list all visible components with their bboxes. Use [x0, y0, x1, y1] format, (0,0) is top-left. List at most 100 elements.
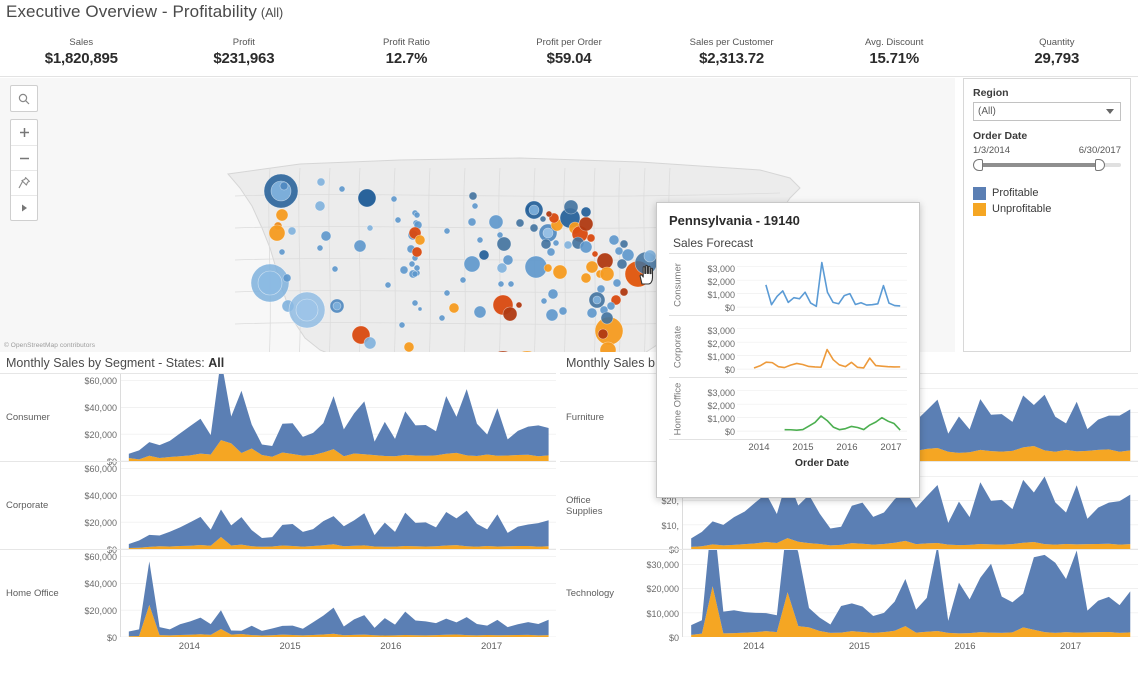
map-bubble[interactable] [580, 206, 592, 218]
map-bubble[interactable] [563, 240, 573, 250]
map-bubble[interactable] [515, 301, 523, 309]
map-bubble[interactable] [543, 263, 553, 273]
map-bubble[interactable] [619, 287, 629, 297]
map-bubble[interactable] [524, 255, 548, 279]
map-bubble[interactable] [591, 250, 599, 258]
map-bubble[interactable] [320, 230, 332, 242]
map-bubble[interactable] [282, 273, 292, 283]
legend-item-profitable[interactable]: Profitable [973, 185, 1121, 201]
map-bubble[interactable] [502, 306, 518, 322]
map-search-box[interactable] [10, 85, 38, 112]
map-bubble[interactable] [468, 191, 478, 201]
map-bubble[interactable] [596, 252, 614, 270]
map-bubble[interactable] [502, 254, 514, 266]
zoom-out-icon[interactable] [11, 145, 37, 170]
map-bubble[interactable] [398, 321, 406, 329]
search-icon[interactable] [11, 86, 37, 111]
map-bubble[interactable] [546, 247, 556, 257]
map-bubble[interactable] [545, 308, 559, 322]
pane-plot[interactable] [682, 550, 1138, 637]
map-bubble[interactable] [443, 289, 451, 297]
map-bubble[interactable] [411, 299, 419, 307]
map-bubble[interactable] [586, 307, 598, 319]
map-bubble[interactable] [507, 280, 515, 288]
map-bubble[interactable] [528, 204, 540, 216]
map-bubble[interactable] [515, 218, 525, 228]
map-bubble[interactable] [353, 239, 367, 253]
map-bubble[interactable] [597, 328, 609, 340]
map-bubble[interactable] [316, 244, 324, 252]
map-bubble[interactable] [390, 195, 398, 203]
slider-handle-left[interactable] [973, 159, 983, 171]
map-bubble[interactable] [540, 297, 548, 305]
map-bubble[interactable] [476, 236, 484, 244]
map-bubble[interactable] [332, 301, 342, 311]
map-bubble[interactable] [295, 298, 319, 322]
map-bubble[interactable] [592, 295, 602, 305]
map-bubble[interactable] [443, 227, 451, 235]
map-bubble[interactable] [467, 217, 477, 227]
map-bubble[interactable] [366, 224, 374, 232]
map-bubble[interactable] [612, 278, 622, 288]
pane-plot[interactable] [120, 462, 556, 549]
map-bubble[interactable] [547, 288, 559, 300]
map-bubble[interactable] [563, 199, 579, 215]
map-bubble[interactable] [545, 210, 553, 218]
map-bubble[interactable] [599, 266, 615, 282]
map-bubble[interactable] [552, 264, 568, 280]
map-bubble[interactable] [338, 185, 346, 193]
map-bubble[interactable] [268, 224, 286, 242]
map-bubble[interactable] [257, 270, 283, 296]
region-filter-dropdown[interactable]: (All) [973, 102, 1121, 121]
map-bubble[interactable] [413, 264, 421, 272]
map-bubble[interactable] [552, 239, 560, 247]
map-bubble[interactable] [411, 246, 423, 258]
map-bubble[interactable] [411, 270, 419, 278]
map-bubble[interactable] [579, 240, 593, 254]
map-bubble[interactable] [403, 341, 415, 352]
map-bubble[interactable] [614, 246, 624, 256]
chevron-down-icon[interactable] [1103, 103, 1117, 120]
order-date-slider[interactable] [973, 158, 1121, 172]
map-bubble[interactable] [384, 281, 392, 289]
map-bubble[interactable] [585, 260, 599, 274]
map-bubble[interactable] [539, 215, 547, 223]
legend-item-unprofitable[interactable]: Unprofitable [973, 201, 1121, 217]
map-zoom-controls[interactable] [10, 119, 38, 221]
map-bubble[interactable] [357, 188, 377, 208]
map-bubble[interactable] [616, 258, 628, 270]
map-bubble[interactable] [331, 265, 339, 273]
map-bubble[interactable] [619, 239, 629, 249]
pane-plot[interactable] [120, 550, 556, 637]
map-toolbar[interactable] [10, 85, 38, 221]
map-bubble[interactable] [287, 226, 297, 236]
pane-plot[interactable] [120, 374, 556, 461]
map-bubble[interactable] [608, 234, 620, 246]
map-bubble[interactable] [363, 336, 377, 350]
map-bubble[interactable] [399, 265, 409, 275]
map-bubble[interactable] [473, 305, 487, 319]
map-bubble[interactable] [540, 238, 552, 250]
map-bubble[interactable] [529, 223, 539, 233]
slider-handle-right[interactable] [1095, 159, 1105, 171]
map-bubble[interactable] [314, 200, 326, 212]
zoom-in-icon[interactable] [11, 120, 37, 145]
map-bubble[interactable] [459, 276, 467, 284]
map-bubble[interactable] [394, 216, 402, 224]
map-bubble[interactable] [463, 255, 481, 273]
map-bubble[interactable] [278, 248, 286, 256]
map-bubble[interactable] [643, 249, 657, 263]
map-bubble[interactable] [496, 236, 512, 252]
map-bubble[interactable] [478, 249, 490, 261]
map-bubble[interactable] [408, 260, 416, 268]
map-bubble[interactable] [586, 233, 596, 243]
map-bubble[interactable] [542, 227, 554, 239]
map-bubble[interactable] [417, 306, 423, 312]
map-bubble[interactable] [488, 214, 504, 230]
map-bubble[interactable] [578, 216, 594, 232]
pin-icon[interactable] [11, 170, 37, 195]
map-bubble[interactable] [471, 202, 479, 210]
map-bubble[interactable] [279, 181, 289, 191]
map-bubble[interactable] [558, 306, 568, 316]
map-tooltip[interactable]: Pennsylvania - 19140 Sales Forecast Cons… [656, 202, 920, 498]
